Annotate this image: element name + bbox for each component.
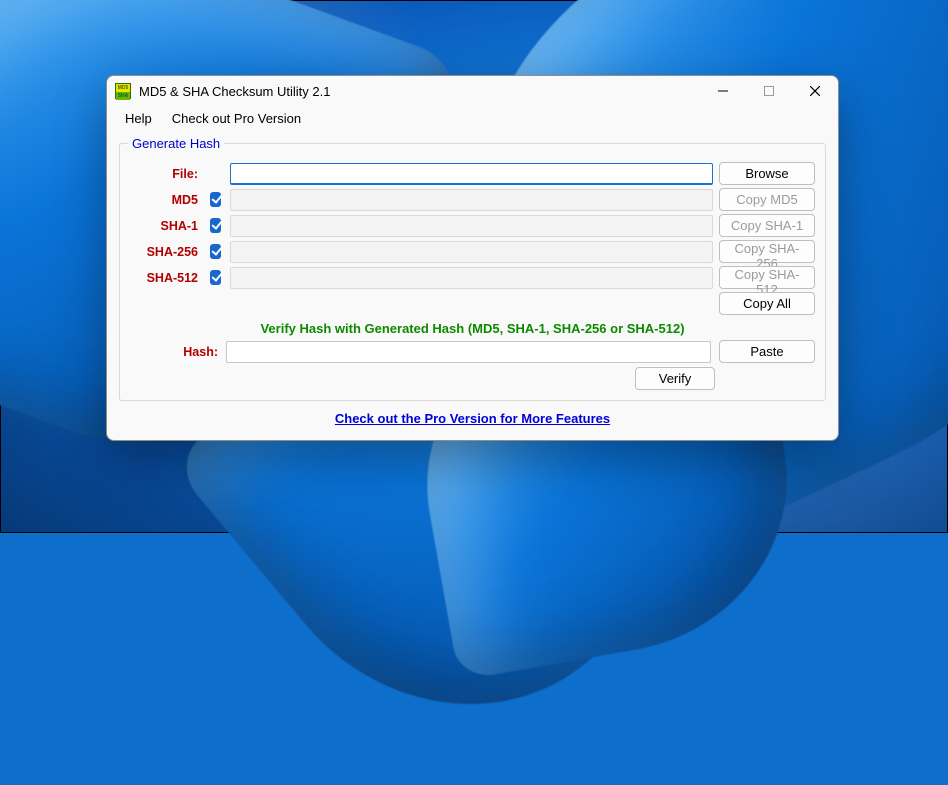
md5-label: MD5 (130, 193, 200, 207)
sha1-checkbox[interactable] (210, 218, 221, 233)
sha256-row: SHA-256 Copy SHA-256 (130, 240, 815, 263)
generate-hash-legend: Generate Hash (128, 136, 224, 151)
file-label: File: (130, 167, 200, 181)
sha1-row: SHA-1 Copy SHA-1 (130, 214, 815, 237)
paste-button[interactable]: Paste (719, 340, 815, 363)
menu-pro-version[interactable]: Check out Pro Version (164, 109, 309, 128)
maximize-button (746, 76, 792, 106)
content-area: Generate Hash File: Browse MD5 Copy MD5 … (107, 134, 838, 440)
minimize-button[interactable] (700, 76, 746, 106)
md5-checkbox[interactable] (210, 192, 221, 207)
sha256-output[interactable] (230, 241, 713, 263)
file-row: File: Browse (130, 162, 815, 185)
titlebar[interactable]: MD5 SHA MD5 & SHA Checksum Utility 2.1 (107, 76, 838, 106)
sha512-label: SHA-512 (130, 271, 200, 285)
generate-hash-group: Generate Hash File: Browse MD5 Copy MD5 … (119, 136, 826, 401)
copy-sha256-button[interactable]: Copy SHA-256 (719, 240, 815, 263)
md5-row: MD5 Copy MD5 (130, 188, 815, 211)
hash-label: Hash: (130, 345, 218, 359)
copy-sha512-button[interactable]: Copy SHA-512 (719, 266, 815, 289)
close-button[interactable] (792, 76, 838, 106)
verify-row: Verify (130, 367, 815, 390)
app-icon: MD5 SHA (115, 83, 131, 99)
file-input[interactable] (230, 163, 713, 185)
sha512-checkbox[interactable] (210, 270, 221, 285)
sha512-output[interactable] (230, 267, 713, 289)
copy-sha1-button[interactable]: Copy SHA-1 (719, 214, 815, 237)
sha512-row: SHA-512 Copy SHA-512 (130, 266, 815, 289)
menu-help[interactable]: Help (117, 109, 160, 128)
verify-button[interactable]: Verify (635, 367, 715, 390)
verify-heading: Verify Hash with Generated Hash (MD5, SH… (130, 321, 815, 336)
md5-output[interactable] (230, 189, 713, 211)
window-title: MD5 & SHA Checksum Utility 2.1 (139, 84, 330, 99)
sha256-label: SHA-256 (130, 245, 200, 259)
app-window: MD5 SHA MD5 & SHA Checksum Utility 2.1 H… (106, 75, 839, 441)
sha256-checkbox[interactable] (210, 244, 221, 259)
app-icon-top: MD5 (116, 84, 130, 92)
copy-md5-button[interactable]: Copy MD5 (719, 188, 815, 211)
pro-version-link[interactable]: Check out the Pro Version for More Featu… (335, 411, 610, 426)
copy-all-button[interactable]: Copy All (719, 292, 815, 315)
menubar: Help Check out Pro Version (107, 106, 838, 134)
hash-input[interactable] (226, 341, 711, 363)
sha1-output[interactable] (230, 215, 713, 237)
copy-all-row: Copy All (130, 292, 815, 315)
browse-button[interactable]: Browse (719, 162, 815, 185)
app-icon-bottom: SHA (116, 92, 130, 100)
hash-row: Hash: Paste (130, 340, 815, 363)
pro-link-row: Check out the Pro Version for More Featu… (119, 411, 826, 426)
sha1-label: SHA-1 (130, 219, 200, 233)
